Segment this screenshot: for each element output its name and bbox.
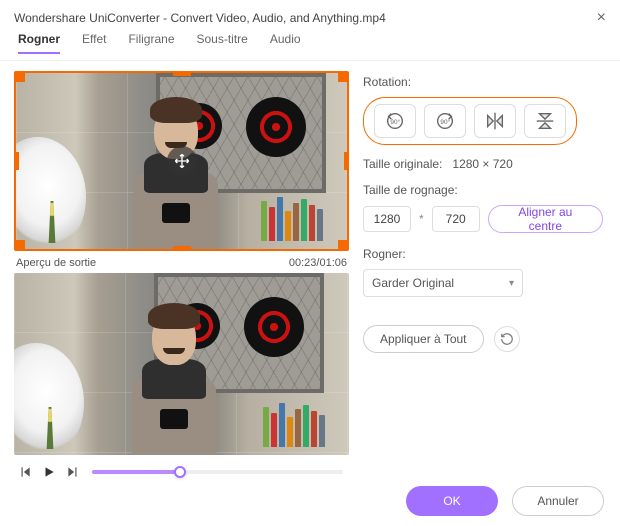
center-button[interactable]: Aligner au centre <box>488 205 603 233</box>
crop-width-input[interactable] <box>363 206 411 232</box>
crop-handle-nw[interactable] <box>15 72 25 82</box>
rotate-ccw-button[interactable]: 90° <box>374 104 416 138</box>
aspect-select-value: Garder Original <box>372 276 454 290</box>
tab-audio[interactable]: Audio <box>270 32 301 54</box>
tab-soustitre[interactable]: Sous-titre <box>197 32 248 54</box>
apply-all-button[interactable]: Appliquer à Tout <box>363 325 484 353</box>
crop-height-input[interactable] <box>432 206 480 232</box>
original-size-value: 1280 × 720 <box>452 157 512 171</box>
time-display: 00:23/01:06 <box>289 257 347 269</box>
tab-filigrane[interactable]: Filigrane <box>128 32 174 54</box>
play-button[interactable] <box>40 463 58 481</box>
reset-button[interactable] <box>494 326 520 352</box>
window-title: Wondershare UniConverter - Convert Video… <box>14 11 386 25</box>
crop-handle-s[interactable] <box>173 246 191 250</box>
crop-area[interactable] <box>14 71 349 251</box>
rogner-label: Rogner: <box>363 247 603 261</box>
crop-handle-e[interactable] <box>344 152 348 170</box>
rotate-cw-button[interactable]: 90° <box>424 104 466 138</box>
close-icon[interactable]: × <box>597 10 606 26</box>
aspect-select[interactable]: Garder Original ▾ <box>363 269 523 297</box>
prev-frame-button[interactable] <box>16 463 34 481</box>
ok-button[interactable]: OK <box>406 486 498 516</box>
crop-handle-ne[interactable] <box>338 72 348 82</box>
tab-rogner[interactable]: Rogner <box>18 32 60 54</box>
svg-text:90°: 90° <box>440 118 450 126</box>
output-preview <box>14 273 349 455</box>
cancel-button[interactable]: Annuler <box>512 486 604 516</box>
preview-label: Aperçu de sortie <box>16 257 96 269</box>
chevron-down-icon: ▾ <box>509 278 514 289</box>
rotation-group: 90° 90° <box>363 97 577 145</box>
seek-slider[interactable] <box>92 470 343 474</box>
crop-handle-n[interactable] <box>173 72 191 76</box>
crop-handle-se[interactable] <box>338 240 348 250</box>
times-icon: * <box>419 212 424 226</box>
svg-text:90°: 90° <box>390 118 400 126</box>
flip-horizontal-button[interactable] <box>474 104 516 138</box>
tab-bar: Rogner Effet Filigrane Sous-titre Audio <box>0 32 620 61</box>
crop-handle-w[interactable] <box>15 152 19 170</box>
crop-handle-sw[interactable] <box>15 240 25 250</box>
flip-vertical-button[interactable] <box>524 104 566 138</box>
original-size-label: Taille originale: <box>363 157 442 171</box>
seek-thumb[interactable] <box>174 466 186 478</box>
crop-size-label: Taille de rognage: <box>363 183 603 197</box>
next-frame-button[interactable] <box>64 463 82 481</box>
rotation-label: Rotation: <box>363 75 603 89</box>
move-icon[interactable] <box>167 146 197 176</box>
tab-effet[interactable]: Effet <box>82 32 106 54</box>
